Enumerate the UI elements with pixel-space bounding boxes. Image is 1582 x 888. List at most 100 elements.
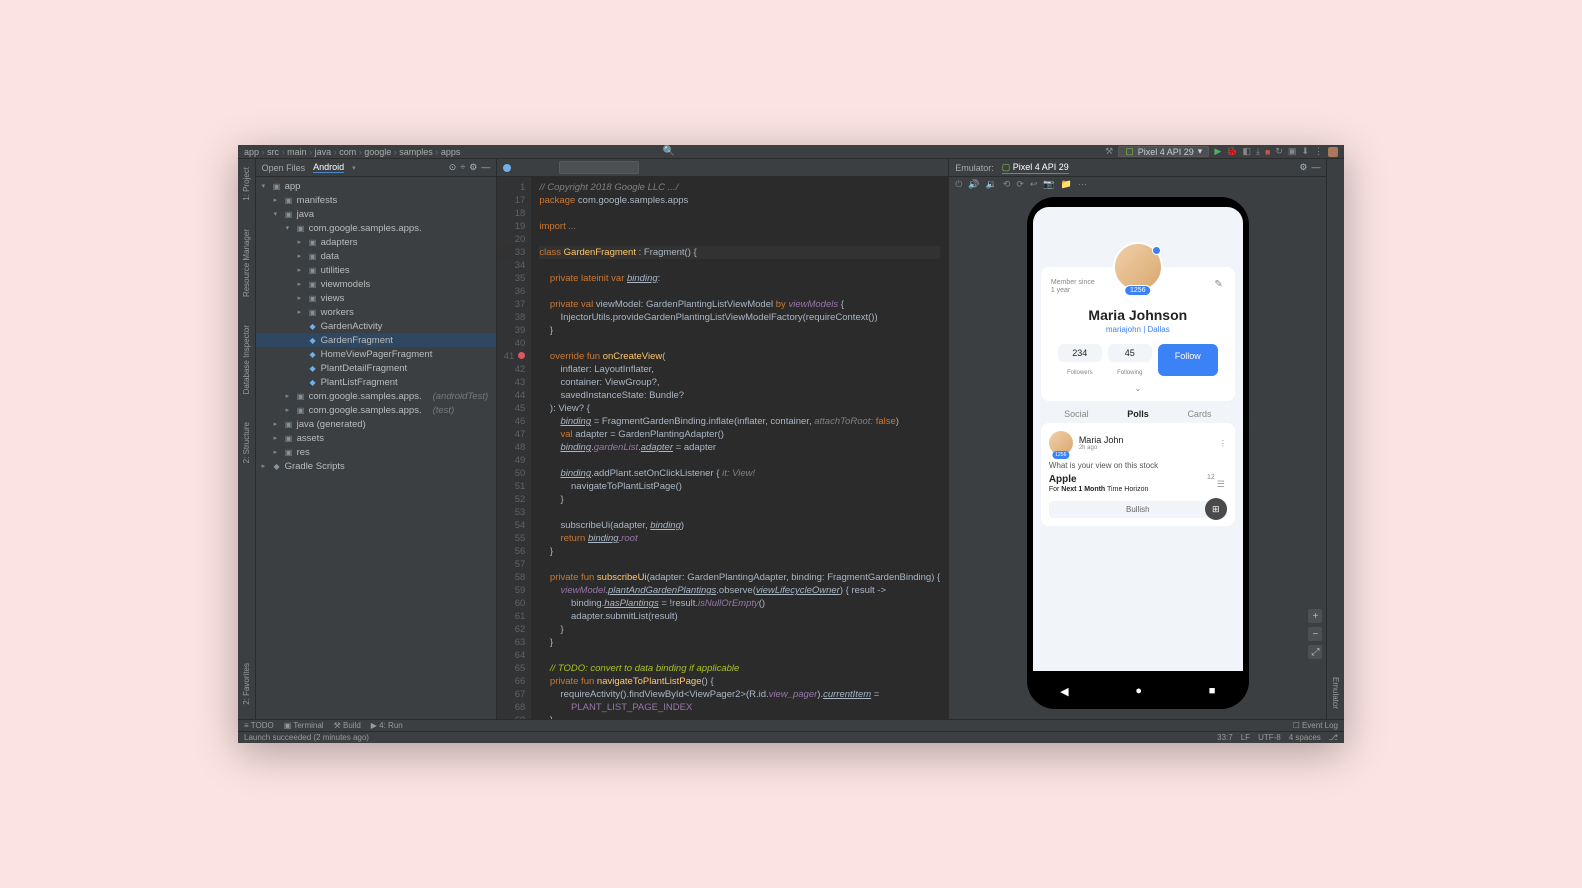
post-avatar[interactable]: 1256 (1049, 431, 1073, 455)
zoom-fit-button[interactable]: ⤢ (1308, 645, 1322, 659)
breadcrumb[interactable]: app › src › main › java › com › google ›… (244, 147, 460, 157)
gutter-line[interactable]: 59 (497, 584, 525, 597)
nav-back-icon[interactable]: ◀ (1060, 685, 1068, 698)
avd-icon[interactable]: ▣ (1288, 146, 1297, 157)
target-icon[interactable]: ⊙ (449, 162, 457, 173)
editor-code[interactable]: // Copyright 2018 Google LLC .../package… (531, 177, 948, 719)
search-icon[interactable]: 🔍 (663, 146, 675, 157)
status-cell[interactable]: LF (1241, 733, 1250, 742)
gutter-line[interactable]: 19 (497, 220, 525, 233)
list-view-icon[interactable]: ☰ (1217, 479, 1225, 490)
gutter-line[interactable]: 64 (497, 649, 525, 662)
gutter-line[interactable]: 18 (497, 207, 525, 220)
breadcrumb-segment[interactable]: samples (399, 147, 433, 157)
gutter-line[interactable]: 61 (497, 610, 525, 623)
gutter-line[interactable]: 51 (497, 480, 525, 493)
back-icon[interactable]: ↩ (1030, 179, 1038, 190)
terminal-tool-tab[interactable]: ▣ Terminal (284, 721, 324, 730)
collapse-icon[interactable]: ÷ (460, 162, 465, 173)
tree-row[interactable]: ◆ HomeViewPagerFragment (256, 347, 497, 361)
gutter-line[interactable]: 41 (497, 350, 525, 363)
emulator-tool-tab[interactable]: Emulator (1331, 677, 1340, 709)
follow-button[interactable]: Follow (1158, 344, 1218, 376)
tree-row[interactable]: ▾ ▣ com.google.samples.apps. (256, 221, 497, 235)
breadcrumb-segment[interactable]: com (339, 147, 356, 157)
device-selector[interactable]: ▢ Pixel 4 API 29 ▾ (1118, 146, 1209, 157)
database-inspector-tab[interactable]: Database Inspector (242, 321, 251, 398)
grid-fab-icon[interactable]: ⊞ (1205, 498, 1227, 520)
status-cell[interactable]: 33:7 (1217, 733, 1233, 742)
gutter-line[interactable]: 62 (497, 623, 525, 636)
tree-row[interactable]: ▾ ▣ java (256, 207, 497, 221)
breadcrumb-segment[interactable]: app (244, 147, 259, 157)
gutter-line[interactable]: 50 (497, 467, 525, 480)
gutter-line[interactable]: 17 (497, 194, 525, 207)
file-tab-icon[interactable] (503, 164, 511, 172)
gutter-line[interactable]: 20 (497, 233, 525, 246)
gutter-line[interactable]: 47 (497, 428, 525, 441)
emulator-device-tab[interactable]: ▢ Pixel 4 API 29 (1002, 162, 1069, 174)
project-tool-tab[interactable]: 1: Project (242, 163, 251, 205)
gutter-line[interactable]: 57 (497, 558, 525, 571)
gutter-line[interactable]: 44 (497, 389, 525, 402)
nav-home-icon[interactable]: ● (1135, 685, 1142, 697)
gutter-line[interactable]: 49 (497, 454, 525, 467)
gutter-line[interactable]: 40 (497, 337, 525, 350)
tab-polls[interactable]: Polls (1127, 409, 1149, 419)
build-tool-tab[interactable]: ⚒ Build (334, 721, 361, 730)
tree-row[interactable]: ▸ ▣ manifests (256, 193, 497, 207)
tree-row[interactable]: ▸ ▣ com.google.samples.apps. (androidTes… (256, 389, 497, 403)
breakpoint-icon[interactable] (518, 352, 525, 359)
structure-tab[interactable]: 2: Structure (242, 418, 251, 467)
gutter-line[interactable]: 42 (497, 363, 525, 376)
run-icon[interactable]: ▶ (1214, 146, 1221, 157)
gutter-line[interactable]: 63 (497, 636, 525, 649)
run-tool-tab[interactable]: ▶ 4: Run (371, 721, 403, 730)
android-view-tab[interactable]: Android (313, 162, 344, 173)
gutter-line[interactable]: 39 (497, 324, 525, 337)
zoom-out-button[interactable]: − (1308, 627, 1322, 641)
tree-row[interactable]: ▸ ▣ adapters (256, 235, 497, 249)
zoom-in-button[interactable]: + (1308, 609, 1322, 623)
gutter-line[interactable]: 35 (497, 272, 525, 285)
gutter-line[interactable]: 46 (497, 415, 525, 428)
more-icon[interactable]: ⋯ (1078, 179, 1087, 190)
rotate-left-icon[interactable]: ⟲ (1003, 179, 1011, 190)
status-cell[interactable]: ⎇ (1329, 733, 1338, 742)
tree-row[interactable]: ◆ GardenFragment (256, 333, 497, 347)
status-cell[interactable]: 4 spaces (1289, 733, 1321, 742)
profile-avatar[interactable]: 1256 (1113, 242, 1163, 292)
device-screen[interactable]: 1256 Member since 1 year ✎ Maria Johnson… (1033, 207, 1243, 671)
gutter-line[interactable]: 33 (497, 246, 525, 259)
stop-icon[interactable]: ■ (1265, 147, 1270, 157)
settings-icon[interactable]: ⚙ (469, 162, 477, 173)
profile-icon[interactable]: ◧ (1242, 146, 1251, 157)
gutter-line[interactable]: 53 (497, 506, 525, 519)
search-tab-input[interactable] (559, 161, 639, 174)
tree-row[interactable]: ▾ ▣ app (256, 179, 497, 193)
status-cell[interactable]: UTF-8 (1258, 733, 1281, 742)
tree-row[interactable]: ▸ ▣ res (256, 445, 497, 459)
tree-row[interactable]: ▸ ▣ assets (256, 431, 497, 445)
volume-up-icon[interactable]: 🔊 (968, 179, 979, 190)
more-icon[interactable]: ⋮ (1314, 146, 1323, 157)
gutter-line[interactable]: 34 (497, 259, 525, 272)
sync-icon[interactable]: ↻ (1275, 146, 1283, 157)
gutter-line[interactable]: 67 (497, 688, 525, 701)
breadcrumb-segment[interactable]: src (267, 147, 279, 157)
gutter-line[interactable]: 38 (497, 311, 525, 324)
nav-recent-icon[interactable]: ■ (1209, 685, 1216, 697)
gutter-line[interactable]: 43 (497, 376, 525, 389)
volume-down-icon[interactable]: 🔉 (986, 179, 997, 190)
debug-icon[interactable]: 🐞 (1226, 146, 1237, 157)
event-log-tab[interactable]: ☐ Event Log (1293, 721, 1338, 730)
gutter-line[interactable]: 66 (497, 675, 525, 688)
sdk-icon[interactable]: ⬇ (1301, 146, 1309, 157)
open-files-tab[interactable]: Open Files (262, 163, 306, 173)
gutter-line[interactable]: 52 (497, 493, 525, 506)
snapshot-icon[interactable]: 📁 (1061, 179, 1072, 190)
hide-icon[interactable]: — (481, 162, 490, 173)
tree-row[interactable]: ▸ ▣ workers (256, 305, 497, 319)
gutter-line[interactable]: 56 (497, 545, 525, 558)
vote-bullish-button[interactable]: Bullish (1049, 501, 1227, 518)
